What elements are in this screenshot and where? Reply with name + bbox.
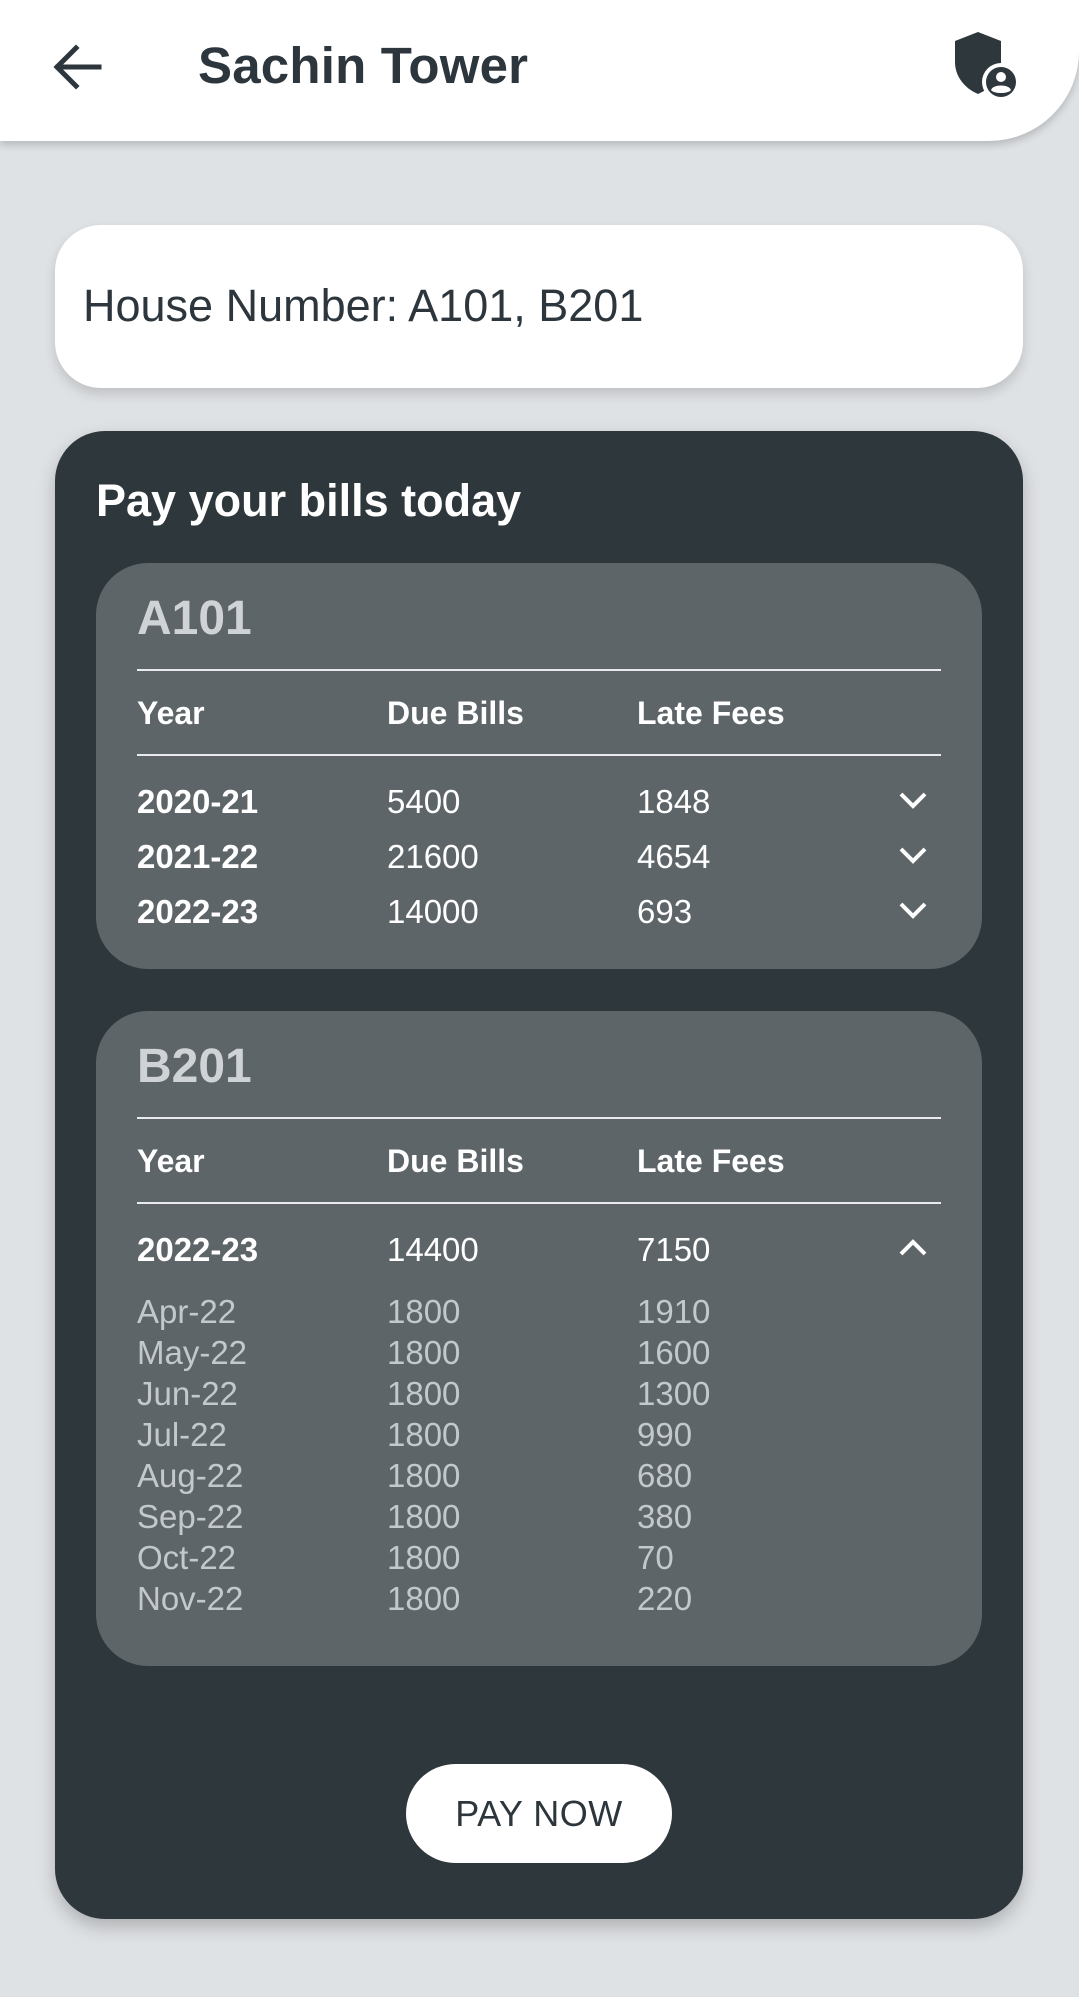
app-bar: Sachin Tower bbox=[0, 0, 1079, 141]
month-due-bills: 1800 bbox=[387, 1498, 461, 1535]
chevron-down-icon bbox=[899, 847, 927, 864]
house-block-b201: B201 Year Due Bills Late Fees 2022-23 14… bbox=[96, 1011, 982, 1666]
divider bbox=[137, 669, 941, 671]
month-late-fees: 680 bbox=[637, 1457, 693, 1494]
page-title: Sachin Tower bbox=[198, 37, 529, 94]
month-due-bills: 1800 bbox=[387, 1539, 461, 1576]
row-due-bills: 14400 bbox=[387, 1231, 479, 1268]
divider bbox=[137, 1202, 941, 1204]
row-year: 2020-21 bbox=[137, 783, 259, 820]
row-year: 2021-22 bbox=[137, 838, 259, 875]
house-block-a101: A101 Year Due Bills Late Fees 2020-21 54… bbox=[96, 563, 982, 969]
arrow-left-icon bbox=[53, 44, 102, 90]
column-header-year: Year bbox=[137, 695, 205, 731]
house-block-title: A101 bbox=[137, 592, 252, 645]
month-late-fees: 1300 bbox=[637, 1375, 711, 1412]
house-block-title: B201 bbox=[137, 1040, 252, 1093]
back-button[interactable] bbox=[44, 38, 110, 96]
row-late-fees: 7150 bbox=[637, 1231, 711, 1268]
pay-now-button[interactable]: PAY NOW bbox=[406, 1764, 672, 1863]
month-label: Apr-22 bbox=[137, 1293, 237, 1330]
column-header-due-bills: Due Bills bbox=[387, 1143, 524, 1179]
column-header-due-bills: Due Bills bbox=[387, 695, 524, 731]
divider bbox=[137, 1117, 941, 1119]
month-label: Nov-22 bbox=[137, 1580, 244, 1617]
month-label: Sep-22 bbox=[137, 1498, 244, 1535]
month-due-bills: 1800 bbox=[387, 1293, 461, 1330]
row-due-bills: 21600 bbox=[387, 838, 479, 875]
month-label: Oct-22 bbox=[137, 1539, 237, 1576]
month-late-fees: 1910 bbox=[637, 1293, 711, 1330]
month-due-bills: 1800 bbox=[387, 1334, 461, 1371]
row-year: 2022-23 bbox=[137, 1231, 259, 1268]
house-number-card: House Number: A101, B201 bbox=[55, 225, 1023, 388]
month-label: Aug-22 bbox=[137, 1457, 244, 1494]
month-late-fees: 990 bbox=[637, 1416, 693, 1453]
month-label: Jun-22 bbox=[137, 1375, 238, 1412]
chevron-up-icon bbox=[899, 1239, 927, 1256]
month-due-bills: 1800 bbox=[387, 1457, 461, 1494]
row-late-fees: 4654 bbox=[637, 838, 711, 875]
bills-panel-title: Pay your bills today bbox=[96, 475, 522, 526]
month-due-bills: 1800 bbox=[387, 1416, 461, 1453]
row-due-bills: 14000 bbox=[387, 893, 479, 930]
month-late-fees: 1600 bbox=[637, 1334, 711, 1371]
row-year: 2022-23 bbox=[137, 893, 259, 930]
month-label: May-22 bbox=[137, 1334, 248, 1371]
house-number-text: House Number: A101, B201 bbox=[83, 280, 644, 331]
month-late-fees: 220 bbox=[637, 1580, 693, 1617]
chevron-down-icon bbox=[899, 902, 927, 919]
collapse-row-button[interactable] bbox=[896, 1233, 930, 1263]
month-label: Jul-22 bbox=[137, 1416, 227, 1453]
expand-row-button[interactable] bbox=[896, 840, 930, 870]
chevron-down-icon bbox=[899, 792, 927, 809]
column-header-late-fees: Late Fees bbox=[637, 695, 785, 731]
month-late-fees: 380 bbox=[637, 1498, 693, 1535]
column-header-late-fees: Late Fees bbox=[637, 1143, 785, 1179]
row-late-fees: 693 bbox=[637, 893, 693, 930]
expand-row-button[interactable] bbox=[896, 895, 930, 925]
month-due-bills: 1800 bbox=[387, 1580, 461, 1617]
shield-user-icon bbox=[955, 32, 1020, 101]
row-due-bills: 5400 bbox=[387, 783, 461, 820]
month-late-fees: 70 bbox=[637, 1539, 674, 1576]
profile-button[interactable] bbox=[950, 30, 1020, 102]
row-late-fees: 1848 bbox=[637, 783, 711, 820]
bills-panel: Pay your bills today A101 Year Due Bills… bbox=[55, 431, 1023, 1919]
month-due-bills: 1800 bbox=[387, 1375, 461, 1412]
divider bbox=[137, 754, 941, 756]
expand-row-button[interactable] bbox=[896, 785, 930, 815]
column-header-year: Year bbox=[137, 1143, 205, 1179]
